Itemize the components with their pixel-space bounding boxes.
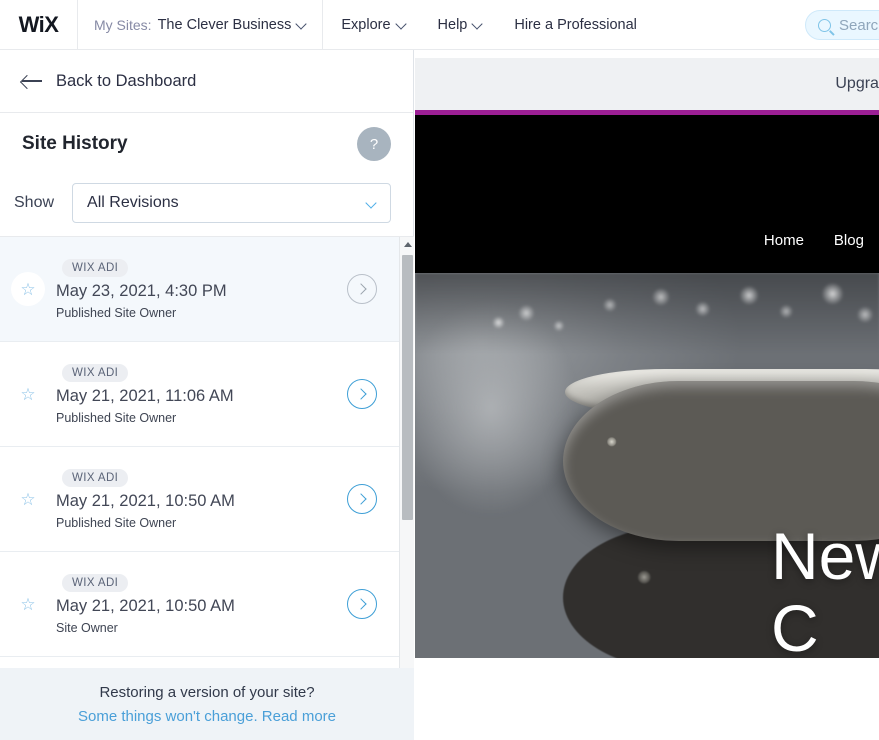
preview-top-gap [415, 50, 879, 58]
chevron-down-icon [397, 20, 406, 29]
restore-note-link[interactable]: Some things won't change. Read more [78, 708, 336, 725]
chevron-down-icon [473, 20, 482, 29]
hero-heading: New C [771, 521, 879, 658]
star-outline-icon: ☆ [20, 279, 36, 299]
revision-details: WIX ADI May 23, 2021, 4:30 PM Published Si… [56, 258, 324, 320]
arrow-left-icon [22, 75, 42, 87]
site-nav-item-blog[interactable]: Blog [834, 232, 864, 249]
site-history-screen: WiX My Sites: The Clever Business Explor… [0, 0, 879, 740]
revision-date: May 23, 2021, 4:30 PM [56, 281, 227, 300]
revision-source-badge: WIX ADI [62, 573, 129, 592]
chevron-right-icon [357, 600, 365, 608]
favorite-toggle[interactable]: ☆ [0, 482, 56, 516]
preview-bottom-area [415, 658, 879, 740]
favorite-toggle-bg: ☆ [11, 482, 45, 516]
my-sites-label: My Sites: [94, 16, 152, 33]
upgrade-banner-text: Upgrade you [835, 75, 879, 92]
star-outline-icon: ☆ [20, 384, 36, 404]
scroll-up-arrow-icon[interactable] [400, 237, 414, 252]
chevron-right-icon [357, 495, 365, 503]
scrollbar-thumb[interactable] [402, 255, 413, 520]
revision-author: Published Site Owner [56, 305, 177, 320]
open-revision-button[interactable] [346, 379, 377, 409]
nav-item-help-label: Help [437, 16, 468, 33]
revision-details: WIX ADI May 21, 2021, 10:50 AM Site Owner [56, 573, 324, 635]
hero-bokeh-jewelry [415, 273, 879, 353]
upgrade-banner[interactable]: Upgrade you [415, 58, 879, 110]
revision-author: Published Site Owner [56, 515, 177, 530]
site-history-panel: Back to Dashboard Site History ? Show Al… [0, 50, 414, 740]
chevron-right-icon [357, 285, 365, 293]
revisions-filter-value: All Revisions [87, 194, 179, 211]
hero-heading-line1: New [770, 519, 879, 594]
revisions-list: ☆ WIX ADI May 23, 2021, 4:30 PM Published S… [0, 237, 399, 726]
star-outline-icon: ☆ [20, 489, 36, 509]
open-revision-cell [324, 589, 399, 619]
hero-image-diamond-ring: New C [415, 273, 879, 658]
help-button[interactable]: ? [357, 127, 391, 161]
open-revision-button[interactable] [346, 589, 377, 619]
open-revision-button[interactable] [346, 484, 377, 514]
revisions-scrollbar[interactable] [399, 237, 414, 726]
nav-item-explore[interactable]: Explore [323, 0, 421, 50]
search-input[interactable]: Search [805, 10, 879, 40]
revision-row[interactable]: ☆ WIX ADI May 21, 2021, 10:50 AM Published … [0, 447, 399, 552]
hero-heading-line2: C [770, 590, 819, 658]
star-outline-icon: ☆ [20, 594, 36, 614]
revision-source-badge: WIX ADI [62, 468, 129, 487]
search-icon [818, 18, 831, 32]
restore-note-title: Restoring a version of your site? [99, 683, 315, 701]
panel-header: Site History ? [0, 113, 413, 175]
open-revision-cell [324, 379, 399, 409]
revision-details: WIX ADI May 21, 2021, 11:06 AM Published S… [56, 363, 324, 425]
nav-item-explore-label: Explore [341, 16, 391, 33]
open-revision-button[interactable] [346, 274, 377, 304]
my-sites-selector[interactable]: My Sites: The Clever Business [78, 0, 324, 50]
revision-author: Site Owner [56, 620, 118, 635]
chevron-down-icon [297, 20, 306, 29]
favorite-toggle[interactable]: ☆ [0, 272, 56, 306]
page-title: Site History [22, 133, 128, 154]
favorite-toggle-bg: ☆ [11, 377, 45, 411]
favorite-toggle-bg: ☆ [11, 587, 45, 621]
search-placeholder: Search [839, 16, 879, 34]
top-navigation-bar: WiX My Sites: The Clever Business Explor… [0, 0, 879, 50]
wix-logo[interactable]: WiX [0, 0, 78, 50]
ring-band-pave [563, 381, 879, 541]
revision-details: WIX ADI May 21, 2021, 10:50 AM Published S… [56, 468, 324, 530]
revision-date: May 21, 2021, 10:50 AM [56, 596, 235, 615]
filter-row: Show All Revisions [0, 175, 413, 223]
chevron-right-icon [357, 390, 365, 398]
revision-source-badge: WIX ADI [62, 258, 129, 277]
restore-note: Restoring a version of your site? Some t… [0, 668, 414, 740]
revision-date: May 21, 2021, 11:06 AM [56, 386, 234, 405]
revision-author: Published Site Owner [56, 410, 177, 425]
open-revision-cell [324, 274, 399, 304]
back-to-dashboard-button[interactable]: Back to Dashboard [0, 50, 413, 113]
question-mark-icon: ? [369, 135, 379, 153]
favorite-toggle[interactable]: ☆ [0, 377, 56, 411]
revision-row[interactable]: ☆ WIX ADI May 21, 2021, 11:06 AM Published … [0, 342, 399, 447]
chevron-down-icon [367, 199, 376, 208]
revision-date: May 21, 2021, 10:50 AM [56, 491, 235, 510]
open-revision-cell [324, 484, 399, 514]
site-header: Home Blog Shop [415, 115, 879, 273]
wix-logo-text: WiX [18, 11, 59, 37]
favorite-toggle-bg: ☆ [11, 272, 45, 306]
favorite-toggle[interactable]: ☆ [0, 587, 56, 621]
revisions-list-container: ☆ WIX ADI May 23, 2021, 4:30 PM Published S… [0, 236, 414, 726]
nav-item-hire-a-professional[interactable]: Hire a Professional [498, 0, 653, 50]
back-to-dashboard-label: Back to Dashboard [56, 71, 197, 90]
filter-label: Show [14, 194, 55, 211]
nav-item-hire-a-professional-label: Hire a Professional [514, 16, 637, 33]
nav-item-help[interactable]: Help [422, 0, 499, 50]
revision-row[interactable]: ☆ WIX ADI May 21, 2021, 10:50 AM Site Owner [0, 552, 399, 657]
revision-source-badge: WIX ADI [62, 363, 129, 382]
revisions-filter-dropdown[interactable]: All Revisions [72, 183, 391, 223]
site-nav: Home Blog Shop [415, 232, 879, 249]
site-nav-item-home[interactable]: Home [764, 232, 804, 249]
revision-row[interactable]: ☆ WIX ADI May 23, 2021, 4:30 PM Published S… [0, 237, 399, 342]
current-site-name: The Clever Business [157, 16, 292, 33]
site-preview: Upgrade you Home Blog Shop New C [415, 50, 879, 740]
